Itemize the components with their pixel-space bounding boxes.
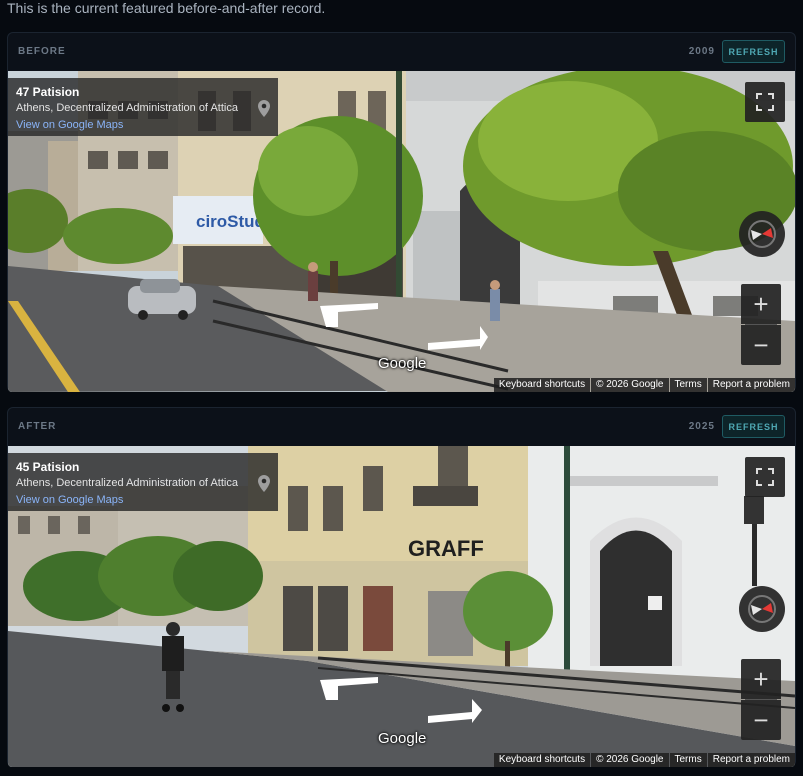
after-label: AFTER (18, 421, 57, 432)
minus-icon: − (753, 330, 769, 360)
after-place-subtitle: Athens, Decentralized Administration of … (16, 477, 238, 489)
before-fullscreen-button[interactable] (745, 82, 785, 122)
before-report-problem-link[interactable]: Report a problem (707, 378, 795, 392)
before-year: 2009 (688, 46, 715, 57)
before-copyright: © 2026 Google (591, 378, 669, 392)
fullscreen-icon (756, 468, 774, 486)
before-keyboard-shortcuts-link[interactable]: Keyboard shortcuts (493, 378, 591, 392)
after-place-title: 45 Patision (16, 460, 80, 474)
before-place-title: 47 Patision (16, 85, 80, 99)
after-card: AFTER 2025 REFRESH GRAFF 45 Patision Ath… (7, 407, 796, 767)
before-terms-link[interactable]: Terms (669, 378, 707, 392)
after-terms-link[interactable]: Terms (669, 753, 707, 767)
before-view-on-google-maps-link[interactable]: View on Google Maps (16, 118, 270, 133)
before-card-header: BEFORE 2009 REFRESH (8, 33, 795, 71)
after-place-box: 45 Patision Athens, Decentralized Admini… (8, 453, 278, 511)
compass-icon (748, 220, 776, 248)
before-refresh-button[interactable]: REFRESH (722, 40, 785, 63)
after-refresh-button[interactable]: REFRESH (722, 415, 785, 438)
map-pin-icon (258, 100, 270, 117)
before-zoom-in-button[interactable]: + (741, 284, 781, 324)
fullscreen-icon (756, 93, 774, 111)
after-report-problem-link[interactable]: Report a problem (707, 753, 795, 767)
map-pin-icon (258, 475, 270, 492)
minus-icon: − (753, 705, 769, 735)
after-view-on-google-maps-link[interactable]: View on Google Maps (16, 493, 270, 508)
plus-icon: + (753, 289, 769, 319)
after-year: 2025 (688, 421, 715, 432)
after-card-header: AFTER 2025 REFRESH (8, 408, 795, 446)
before-attribution-bar: Keyboard shortcuts © 2026 Google Terms R… (493, 378, 795, 392)
after-google-logo: Google (378, 730, 427, 747)
before-label: BEFORE (18, 46, 66, 57)
after-keyboard-shortcuts-link[interactable]: Keyboard shortcuts (493, 753, 591, 767)
before-compass-control[interactable] (739, 211, 785, 257)
after-copyright: © 2026 Google (591, 753, 669, 767)
before-card: BEFORE 2009 REFRESH ciroStudio 47 Patisi… (7, 32, 796, 392)
intro-text: This is the current featured before-and-… (7, 0, 326, 16)
after-attribution-bar: Keyboard shortcuts © 2026 Google Terms R… (493, 753, 795, 767)
after-zoom-in-button[interactable]: + (741, 659, 781, 699)
before-place-box: 47 Patision Athens, Decentralized Admini… (8, 78, 278, 136)
svg-text:GRAFF: GRAFF (408, 536, 484, 561)
before-google-logo: Google (378, 355, 427, 372)
after-zoom-out-button[interactable]: − (741, 700, 781, 740)
before-zoom-out-button[interactable]: − (741, 325, 781, 365)
before-street-view[interactable]: ciroStudio ΚΑΤΩ ΤΑ ΣΕΡΑ (8, 71, 795, 392)
plus-icon: + (753, 664, 769, 694)
before-place-subtitle: Athens, Decentralized Administration of … (16, 102, 238, 114)
after-compass-control[interactable] (739, 586, 785, 632)
after-fullscreen-button[interactable] (745, 457, 785, 497)
compass-icon (748, 595, 776, 623)
after-street-view[interactable]: GRAFF 45 Patision Athens, Decentralized … (8, 446, 795, 767)
